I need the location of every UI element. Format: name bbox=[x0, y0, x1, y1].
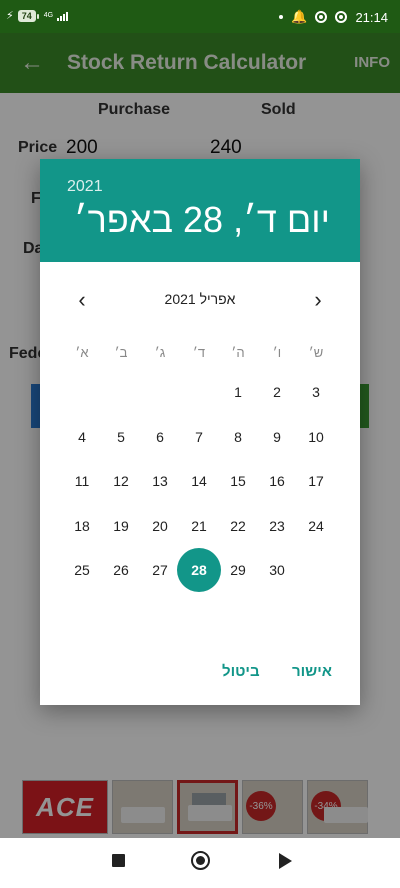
status-right: 🔔 21:14 bbox=[279, 9, 388, 25]
navigation-bar bbox=[0, 838, 400, 888]
calendar-day[interactable]: 13 bbox=[138, 459, 182, 503]
calendar-day[interactable]: 18 bbox=[60, 504, 104, 548]
date-picker-header: 2021 יום ד׳, 28 באפר׳ bbox=[40, 159, 360, 262]
calendar-day[interactable]: 11 bbox=[60, 459, 104, 503]
selected-day[interactable]: 28 bbox=[177, 548, 221, 592]
signal-icon bbox=[57, 11, 69, 21]
calendar-day[interactable]: 2 bbox=[255, 370, 299, 414]
network-type: 4G bbox=[43, 12, 54, 19]
dialog-actions: ביטול אישור bbox=[40, 659, 360, 689]
weekday-label: ג׳ bbox=[154, 345, 166, 360]
weekday-label: ה׳ bbox=[231, 345, 245, 360]
date-picker-dialog: 2021 יום ד׳, 28 באפר׳ ‹ אפריל 2021 › ש׳ ו… bbox=[40, 159, 360, 705]
calendar-day[interactable]: 15 bbox=[216, 459, 260, 503]
back-triangle-icon[interactable] bbox=[279, 853, 292, 869]
calendar-day[interactable]: 30 bbox=[255, 548, 299, 592]
calendar-day[interactable]: 12 bbox=[99, 459, 143, 503]
calendar-day[interactable]: 10 bbox=[294, 415, 338, 459]
calendar-day[interactable]: 19 bbox=[99, 504, 143, 548]
calendar-day[interactable]: 8 bbox=[216, 415, 260, 459]
ok-button[interactable]: אישור bbox=[292, 663, 332, 680]
battery-icon: 74 bbox=[17, 9, 39, 22]
calendar-day[interactable]: 22 bbox=[216, 504, 260, 548]
selected-date-label: יום ד׳, 28 באפר׳ bbox=[73, 199, 330, 240]
calendar-day[interactable]: 21 bbox=[177, 504, 221, 548]
weekday-label: א׳ bbox=[75, 345, 89, 360]
calendar-day[interactable]: 14 bbox=[177, 459, 221, 503]
sync-icon bbox=[335, 11, 348, 23]
recents-icon[interactable] bbox=[112, 854, 125, 867]
calendar-day[interactable]: 17 bbox=[294, 459, 338, 503]
chevron-right-icon[interactable]: › bbox=[306, 287, 330, 313]
weekday-label: ש׳ bbox=[308, 345, 324, 360]
calendar-day[interactable]: 1 bbox=[216, 370, 260, 414]
year-label[interactable]: 2021 bbox=[67, 178, 103, 196]
calendar-day[interactable]: 25 bbox=[60, 548, 104, 592]
alarm-icon: 🔔 bbox=[291, 9, 308, 24]
calendar-day[interactable]: 29 bbox=[216, 548, 260, 592]
status-bar: ⚡ 74 4G 🔔 21:14 bbox=[0, 0, 400, 33]
data-saver-icon bbox=[315, 11, 328, 23]
calendar-day[interactable]: 23 bbox=[255, 504, 299, 548]
calendar-day[interactable]: 7 bbox=[177, 415, 221, 459]
month-navigation: ‹ אפריל 2021 › bbox=[40, 284, 360, 314]
home-icon[interactable] bbox=[191, 851, 210, 870]
calendar-day[interactable]: 16 bbox=[255, 459, 299, 503]
calendar-day[interactable]: 27 bbox=[138, 548, 182, 592]
bolt-icon: ⚡ bbox=[6, 10, 14, 22]
calendar-day[interactable]: 4 bbox=[60, 415, 104, 459]
calendar-day[interactable]: 5 bbox=[99, 415, 143, 459]
status-left: ⚡ 74 4G bbox=[6, 9, 69, 22]
status-time: 21:14 bbox=[355, 9, 388, 25]
calendar-day[interactable]: 6 bbox=[138, 415, 182, 459]
calendar-day[interactable]: 3 bbox=[294, 370, 338, 414]
weekday-label: ו׳ bbox=[272, 345, 282, 360]
calendar-day[interactable]: 9 bbox=[255, 415, 299, 459]
weekday-label: ב׳ bbox=[114, 345, 128, 360]
calendar-day[interactable]: 26 bbox=[99, 548, 143, 592]
weekday-label: ד׳ bbox=[192, 345, 206, 360]
calendar-day[interactable]: 24 bbox=[294, 504, 338, 548]
dot-icon bbox=[279, 15, 284, 19]
calendar-day[interactable]: 20 bbox=[138, 504, 182, 548]
cancel-button[interactable]: ביטול bbox=[222, 663, 260, 680]
